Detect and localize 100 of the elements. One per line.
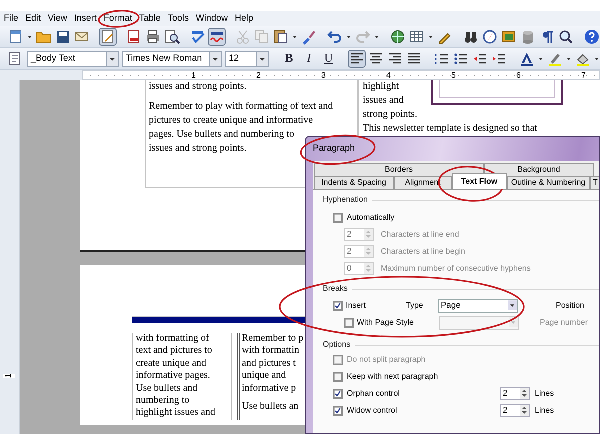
menu-item[interactable]: Tools <box>168 12 189 26</box>
pdf-export-icon[interactable] <box>126 28 142 44</box>
unit-label: Lines <box>535 388 554 400</box>
checkbox[interactable] <box>333 300 343 310</box>
ruler-number: 7 <box>580 71 586 79</box>
checkbox-label: Do not split paragraph <box>347 354 426 366</box>
justify-icon[interactable] <box>406 50 422 66</box>
compass-icon[interactable] <box>482 28 498 44</box>
checkbox-label[interactable]: Widow control <box>347 404 500 416</box>
checkbox-label[interactable]: With Page Style <box>357 316 439 328</box>
auto-spellcheck-icon[interactable] <box>209 28 225 44</box>
font-size-select[interactable]: 12 <box>225 50 269 66</box>
print-icon[interactable] <box>145 28 161 44</box>
paragraph-text: Use bullets an <box>242 401 300 414</box>
checkbox[interactable] <box>333 212 343 222</box>
checkbox-label[interactable]: Keep with next paragraph <box>347 370 438 382</box>
dialog-tab[interactable]: Borders <box>314 163 484 176</box>
text-line: text and pictures to <box>136 345 212 358</box>
section-title: Hyphenation <box>323 194 368 206</box>
field-label: Page number <box>540 316 588 328</box>
checkbox[interactable] <box>344 318 354 328</box>
globe-icon[interactable] <box>390 28 406 44</box>
text-line: This newsletter template is designed so that <box>363 122 538 136</box>
text-line: issues and strong points. <box>149 142 247 156</box>
paragraph-style-select[interactable]: _Body Text <box>27 50 119 66</box>
spin-arrows-icon[interactable] <box>520 388 529 399</box>
align-right-icon[interactable] <box>387 50 404 66</box>
menu-item[interactable]: Format <box>104 12 132 26</box>
underline-button[interactable]: U <box>320 50 338 67</box>
dropdown-caret-icon[interactable] <box>256 52 268 66</box>
ruler-number: 4 <box>386 71 391 79</box>
new-document-icon[interactable] <box>8 28 24 44</box>
dialog-tab[interactable]: Outline & Numbering <box>507 176 590 189</box>
text-line: issues and strong points. <box>149 80 247 94</box>
gallery-icon[interactable] <box>501 28 517 44</box>
font-color-icon[interactable] <box>518 50 535 66</box>
paragraph-text: Remember to p with formattin and pictures t unique and informative p <box>242 333 303 396</box>
text-line: highlight <box>363 80 400 94</box>
menu-item[interactable]: View <box>48 12 68 26</box>
align-center-icon[interactable] <box>368 50 384 66</box>
checkbox-label[interactable]: Orphan control <box>347 388 500 400</box>
text-line: create unique and <box>136 358 207 370</box>
annotation-ellipse <box>98 10 140 28</box>
spin-field: 2 <box>344 228 374 241</box>
ruler-number: 2 <box>256 71 261 79</box>
type-select[interactable]: Page <box>438 298 518 312</box>
ruler-number: 3 <box>320 71 326 79</box>
menu-item[interactable]: Window <box>196 12 228 26</box>
bold-button[interactable]: B <box>280 50 298 67</box>
checkbox[interactable] <box>333 388 343 398</box>
dropdown-caret-icon[interactable] <box>209 52 221 66</box>
italic-button[interactable]: I <box>300 50 318 67</box>
align-left-icon[interactable] <box>349 50 366 66</box>
spin-field[interactable]: 2 <box>500 387 530 400</box>
spin-arrows-icon <box>364 263 373 274</box>
text-line: informative pages. <box>136 370 210 383</box>
menu-item[interactable]: File <box>4 12 19 26</box>
checkbox-label[interactable]: Automatically <box>347 212 395 224</box>
text-line: highlight issues and <box>136 407 216 420</box>
checkbox[interactable] <box>333 406 343 416</box>
checkbox-label[interactable]: Insert <box>346 300 406 312</box>
ruler-number: 6 <box>516 71 521 79</box>
zoom-icon[interactable] <box>558 28 574 44</box>
clipboard-icon[interactable] <box>273 28 289 44</box>
menu-item[interactable]: Table <box>139 12 161 26</box>
dialog-tab[interactable]: T <box>590 176 599 189</box>
spellcheck-icon[interactable] <box>190 28 206 44</box>
dialog-tab[interactable]: Text Flow <box>452 173 507 189</box>
table-icon[interactable] <box>409 28 425 44</box>
page-preview-icon[interactable] <box>164 28 180 44</box>
menu-item[interactable]: Help <box>234 12 254 26</box>
dropdown-caret-icon[interactable] <box>106 52 118 66</box>
dialog-title: Paragraph <box>313 142 356 155</box>
dropdown-caret-icon[interactable] <box>508 300 517 311</box>
spin-field: 0 <box>344 262 374 275</box>
database-icon[interactable] <box>520 28 536 44</box>
ruler-number: 1 <box>190 71 196 79</box>
text-line: Use bullets and <box>136 382 198 396</box>
dialog-tab[interactable]: Background <box>484 163 594 176</box>
checkbox[interactable] <box>333 372 343 382</box>
spin-arrows-icon[interactable] <box>520 405 529 416</box>
section-title: Options <box>323 339 351 351</box>
field-label: Position <box>556 300 584 312</box>
menu-item[interactable]: Insert <box>74 12 97 26</box>
dialog-tab[interactable]: Indents & Spacing <box>314 176 394 189</box>
text-line: strong points. <box>363 108 418 122</box>
ruler-number: 1 <box>4 374 16 378</box>
text-line: issues and <box>363 94 404 108</box>
edit-document-icon[interactable] <box>100 28 116 44</box>
undo-icon[interactable] <box>327 28 343 44</box>
text-line: Remember to play with formatting of text and <box>149 100 334 114</box>
field-label: Characters at line end <box>381 228 460 240</box>
font-name-select[interactable]: Times New Roman <box>122 50 222 66</box>
spin-field[interactable]: 2 <box>500 404 530 417</box>
bulleted-list-icon[interactable] <box>453 50 470 66</box>
brush-icon[interactable] <box>301 28 317 44</box>
field-label: Type <box>406 300 424 312</box>
save-icon[interactable] <box>55 28 71 44</box>
help-icon[interactable] <box>584 28 600 44</box>
menu-item[interactable]: Edit <box>26 12 42 26</box>
